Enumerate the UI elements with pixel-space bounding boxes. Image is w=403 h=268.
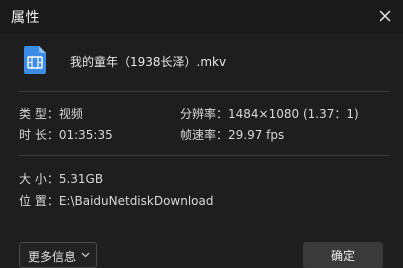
more-info-button[interactable]: 更多信息 [19, 242, 97, 268]
divider [18, 91, 390, 92]
divider [18, 155, 390, 156]
ok-button[interactable]: 确定 [303, 242, 383, 268]
properties-dialog: 属性 我的童年（1938长泽）.mkv 类 型：视频 分辨率：1484×1080… [0, 0, 403, 268]
file-header: 我的童年（1938长泽）.mkv [0, 33, 403, 91]
close-button[interactable] [377, 8, 393, 24]
video-file-icon [24, 46, 46, 74]
dialog-title: 属性 [11, 10, 40, 26]
dialog-titlebar: 属性 [0, 0, 403, 33]
file-name: 我的童年（1938长泽）.mkv [70, 55, 227, 69]
prop-frame-rate: 帧速率：29.97 fps [180, 128, 285, 142]
chevron-down-icon [81, 252, 90, 258]
prop-duration: 时 长：01:35:35 [19, 128, 113, 142]
prop-type: 类 型：视频 [19, 107, 83, 121]
more-info-label: 更多信息 [28, 250, 77, 264]
close-icon [379, 10, 391, 22]
prop-location: 位 置：E:\BaiduNetdiskDownload [19, 194, 214, 208]
prop-size: 大 小：5.31GB [19, 172, 104, 186]
prop-resolution: 分辨率：1484×1080 (1.37：1) [180, 107, 359, 121]
ok-label: 确定 [330, 249, 355, 263]
